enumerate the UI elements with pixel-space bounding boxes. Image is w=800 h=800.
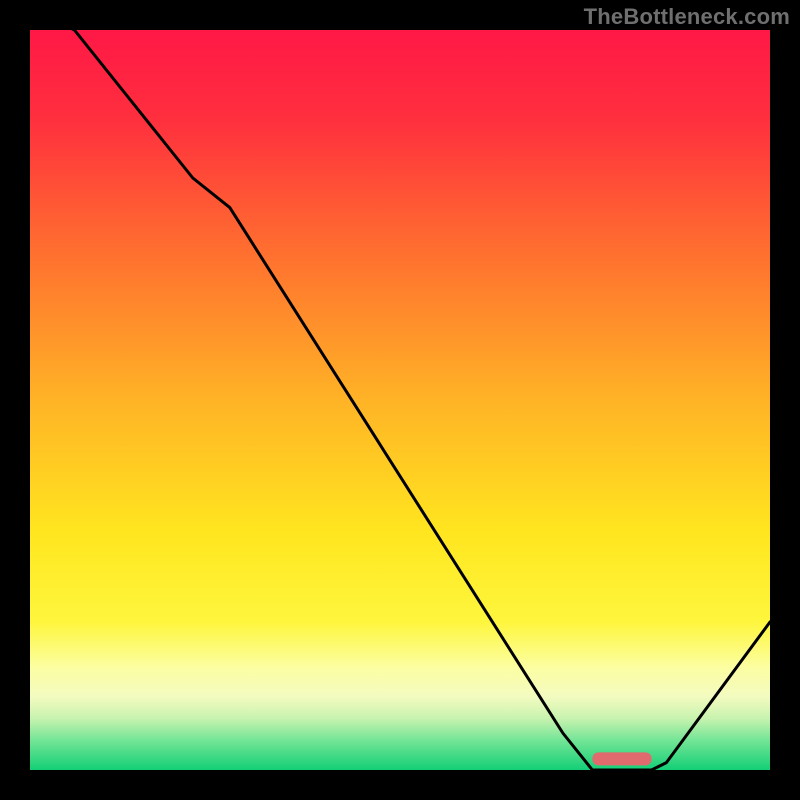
optimal-range-marker — [592, 752, 651, 765]
gradient-background — [30, 30, 770, 770]
chart-svg — [30, 30, 770, 770]
chart-frame: TheBottleneck.com — [0, 0, 800, 800]
watermark-label: TheBottleneck.com — [584, 4, 790, 30]
chart-plot-area — [30, 30, 770, 770]
